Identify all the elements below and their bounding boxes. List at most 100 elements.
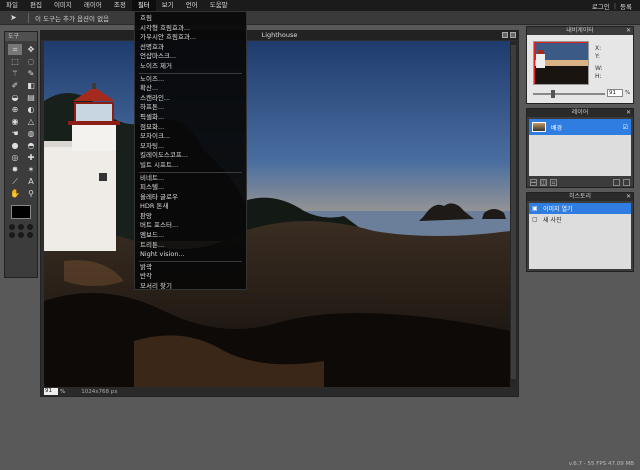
menuitem-gaussian-blur[interactable]: 가우시안 흐림효과... <box>135 33 246 43</box>
dodge-tool-icon[interactable]: ● <box>8 140 22 151</box>
text-tool-icon[interactable]: A <box>24 176 38 187</box>
wand-tool-icon[interactable]: ⚚ <box>8 68 22 79</box>
layer-style-icon[interactable]: ◫ <box>540 179 547 186</box>
layers-title-text: 레이어 <box>571 109 589 116</box>
sharpen-tool-icon[interactable]: △ <box>24 116 38 127</box>
menuitem-cartoon[interactable]: 트리툰... <box>135 241 246 251</box>
menuitem-blur[interactable]: 흐림 <box>135 14 246 24</box>
marquee-tool-icon[interactable]: ⬚ <box>8 56 22 67</box>
redeye-tool-icon[interactable]: ◎ <box>8 152 22 163</box>
menuitem-invert[interactable]: 반각 <box>135 272 246 282</box>
sponge-tool-icon[interactable]: ◍ <box>24 128 38 139</box>
menuitem-outline[interactable]: 밝곽 <box>135 263 246 273</box>
swatch-dot[interactable] <box>27 224 33 230</box>
crop-tool-icon[interactable]: ⌗ <box>8 44 22 55</box>
lock-icon[interactable]: ☑ <box>623 124 628 131</box>
spot-heal-tool-icon[interactable]: ✚ <box>24 152 38 163</box>
canvas-titlebar: Lighthouse <box>41 31 518 40</box>
menu-image[interactable]: 이미지 <box>48 0 78 11</box>
menuitem-night-vision[interactable]: Night vision... <box>135 250 246 260</box>
menu-adjust[interactable]: 조정 <box>108 0 132 11</box>
menuitem-soft-glow[interactable]: 올레타 글로우 <box>135 193 246 203</box>
new-photo-icon: ▢ <box>532 216 538 223</box>
menu-filter[interactable]: 필터 <box>131 0 156 11</box>
blur-tool-icon[interactable]: ◉ <box>8 116 22 127</box>
primary-color-swatch[interactable] <box>11 205 31 219</box>
pencil-tool-icon[interactable]: ✎ <box>24 68 38 79</box>
menuitem-diffuse[interactable]: 확산... <box>135 84 246 94</box>
menuitem-emboss[interactable]: 엠보드... <box>135 231 246 241</box>
scrollbar-thumb[interactable] <box>511 45 516 379</box>
picker-tool-icon[interactable]: ⟋ <box>8 176 22 187</box>
menuitem-kaleidoscope[interactable]: 킬레이도스코프... <box>135 151 246 161</box>
clone-tool-icon[interactable]: ⊕ <box>8 104 22 115</box>
menu-file[interactable]: 파일 <box>0 0 24 11</box>
menu-language[interactable]: 언어 <box>180 0 204 11</box>
burn-tool-icon[interactable]: ◓ <box>24 140 38 151</box>
nav-y-label: Y: <box>595 53 600 60</box>
menuitem-scanlines[interactable]: 스캔라인... <box>135 94 246 104</box>
menuitem-pastel[interactable]: 피스텔... <box>135 183 246 193</box>
color-replace-tool-icon[interactable]: ◐ <box>24 104 38 115</box>
bloat-tool-icon[interactable]: ✸ <box>8 164 22 175</box>
link-layers-icon[interactable]: ⊶ <box>530 179 537 186</box>
swatch-dot[interactable] <box>9 232 15 238</box>
layers-title: 레이어 ✕ <box>527 109 633 117</box>
menuitem-denoise[interactable]: 노이즈 제거 <box>135 62 246 72</box>
swatch-dot[interactable] <box>9 224 15 230</box>
zoom-tool-icon[interactable]: ⚲ <box>24 188 38 199</box>
close-icon[interactable]: ✕ <box>626 109 631 117</box>
menuitem-tile[interactable]: 모자팅... <box>135 142 246 152</box>
maximize-icon[interactable] <box>502 32 508 38</box>
vertical-scrollbar[interactable] <box>510 41 517 387</box>
menuitem-mosaic[interactable]: 모자이크... <box>135 132 246 142</box>
eraser-tool-icon[interactable]: ◧ <box>24 80 38 91</box>
swatch-dot[interactable] <box>18 232 24 238</box>
menuitem-unsharp-mask[interactable]: 언샵마스크... <box>135 52 246 62</box>
bucket-tool-icon[interactable]: ◒ <box>8 92 22 103</box>
new-layer-icon[interactable] <box>613 179 620 186</box>
move-tool-icon[interactable]: ✥ <box>24 44 38 55</box>
lasso-tool-icon[interactable]: ◌ <box>24 56 38 67</box>
menuitem-poster[interactable]: 버트 포스터... <box>135 221 246 231</box>
zoom-slider-handle[interactable] <box>551 90 555 98</box>
menuitem-sharpen[interactable]: 선명효과 <box>135 43 246 53</box>
swatch-dot[interactable] <box>27 232 33 238</box>
menuitem-vignette[interactable]: 비네트... <box>135 174 246 184</box>
menuitem-pixelate[interactable]: 픽셀화... <box>135 113 246 123</box>
layer-mask-icon[interactable]: ▫ <box>550 179 557 186</box>
navigator-thumbnail[interactable] <box>533 41 589 85</box>
menuitem-halftone[interactable]: 하프톤... <box>135 103 246 113</box>
gradient-tool-icon[interactable]: ▤ <box>24 92 38 103</box>
menu-edit[interactable]: 편집 <box>24 0 48 11</box>
menuitem-find-edges[interactable]: 모서리 찾기 <box>135 282 246 292</box>
signup-link[interactable]: 등록 <box>616 1 636 11</box>
layers-footer-left: ⊶ ◫ ▫ <box>530 179 557 186</box>
layer-row[interactable]: 배경 ☑ <box>529 119 631 135</box>
menuitem-noise[interactable]: 노이즈... <box>135 75 246 85</box>
zoom-slider[interactable] <box>533 90 605 98</box>
zoom-input[interactable]: 91 <box>44 388 58 395</box>
history-item[interactable]: ▢ 새 사진 <box>529 214 631 225</box>
pinch-tool-icon[interactable]: ✶ <box>24 164 38 175</box>
menuitem-tilt-shift[interactable]: 빌트 시프트... <box>135 161 246 171</box>
image-canvas[interactable] <box>44 41 510 387</box>
menu-layer[interactable]: 레이어 <box>78 0 108 11</box>
close-icon[interactable]: ✕ <box>626 27 631 35</box>
close-icon[interactable]: ✕ <box>626 193 631 201</box>
navigator-zoom-input[interactable]: 91 <box>607 89 623 97</box>
viewport-indicator <box>534 42 588 84</box>
swatch-dot[interactable] <box>18 224 24 230</box>
login-link[interactable]: 로그인 <box>588 1 614 11</box>
close-icon[interactable] <box>510 32 516 38</box>
hand-tool-icon[interactable]: ✋ <box>8 188 22 199</box>
menuitem-pointillize[interactable]: 점묘화... <box>135 123 246 133</box>
menu-view[interactable]: 보기 <box>156 0 180 11</box>
menu-help[interactable]: 도움말 <box>204 0 234 11</box>
smudge-tool-icon[interactable]: ☚ <box>8 128 22 139</box>
delete-layer-icon[interactable] <box>623 179 630 186</box>
menuitem-box-blur[interactable]: 시각형 흐림효과... <box>135 24 246 34</box>
history-item[interactable]: ▣ 이미지 열기 <box>529 203 631 214</box>
menuitem-hdr[interactable]: HDR 톤새 <box>135 202 246 212</box>
brush-tool-icon[interactable]: ✐ <box>8 80 22 91</box>
